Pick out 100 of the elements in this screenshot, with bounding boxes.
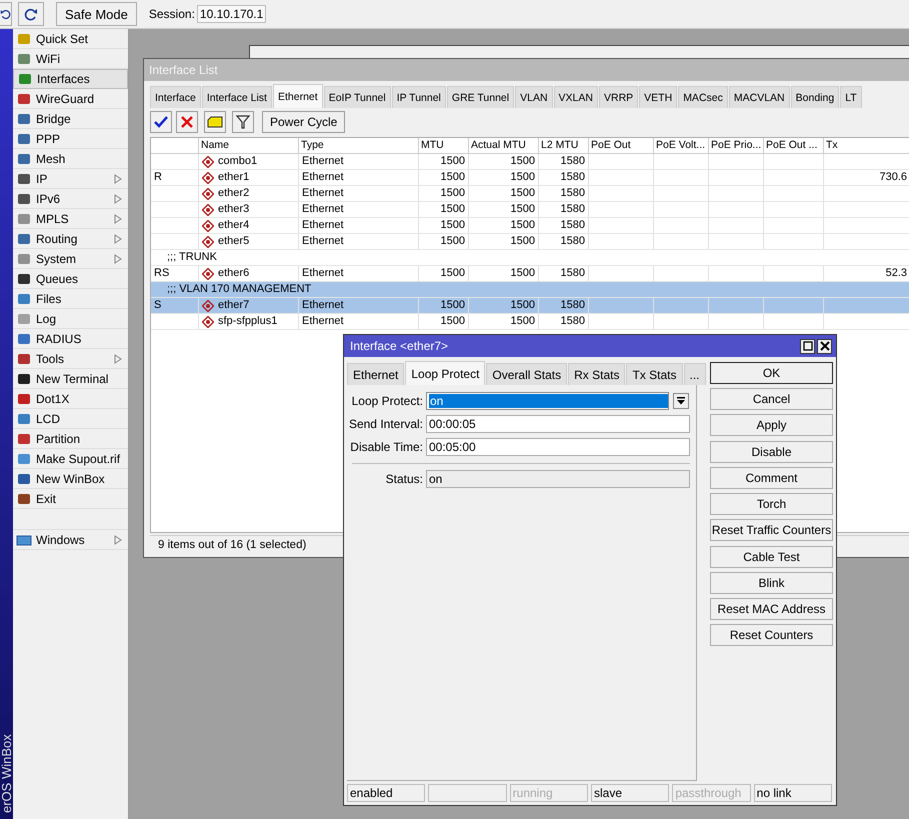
dialog-button[interactable]: Torch — [710, 493, 833, 515]
menu-item[interactable]: LCD — [13, 409, 128, 429]
comment-button[interactable] — [204, 111, 226, 133]
dialog-button[interactable]: Cancel — [710, 388, 833, 410]
table-cell: 1500 — [440, 218, 465, 233]
tab[interactable]: ... — [684, 363, 706, 385]
tab[interactable]: VXLAN — [554, 86, 598, 108]
tab[interactable]: MACVLAN — [728, 86, 790, 108]
tab[interactable]: Bonding — [790, 86, 840, 108]
menu-item[interactable]: Bridge — [13, 109, 128, 129]
tab[interactable]: Ethernet — [272, 84, 323, 108]
window-title: Interface List — [144, 59, 909, 81]
interface-icon — [202, 204, 214, 216]
column-header[interactable]: PoE Out ... — [764, 138, 824, 153]
table-cell: ether6 — [218, 266, 250, 281]
tab[interactable]: Overall Stats — [486, 363, 568, 385]
comment-row[interactable]: ;;; TRUNK — [151, 250, 909, 266]
dialog-button[interactable]: Blink — [710, 572, 833, 594]
menu-item[interactable]: Quick Set — [13, 29, 128, 49]
menu-item[interactable]: Interfaces — [13, 69, 128, 89]
table-cell: R — [154, 170, 162, 185]
dropdown-button[interactable] — [673, 392, 689, 408]
column-header[interactable]: MTU — [419, 138, 469, 153]
dialog-button[interactable]: Reset MAC Address — [710, 598, 833, 620]
tab[interactable]: Interface — [150, 86, 201, 108]
close-button[interactable] — [817, 338, 832, 354]
menu-item[interactable]: Queues — [13, 269, 128, 289]
field-label: Disable Time: — [349, 440, 424, 454]
submenu-arrow-icon — [114, 535, 122, 545]
tab[interactable]: Ethernet — [347, 363, 404, 385]
column-header[interactable]: Actual MTU — [469, 138, 539, 153]
menu-item[interactable]: IPv6 — [13, 189, 128, 209]
menu-item[interactable]: Partition — [13, 429, 128, 449]
undo-button[interactable] — [0, 2, 12, 26]
maximize-button[interactable] — [800, 338, 815, 354]
menu-item[interactable]: Mesh — [13, 149, 128, 169]
tab[interactable]: LT — [840, 86, 862, 108]
column-header[interactable]: Name — [199, 138, 299, 153]
menu-item[interactable]: System — [13, 249, 128, 269]
menu-item[interactable]: IP — [13, 169, 128, 189]
menu-item[interactable]: WireGuard — [13, 89, 128, 109]
tab[interactable]: EoIP Tunnel — [324, 86, 391, 108]
tab[interactable]: MACsec — [678, 86, 728, 108]
menu-item[interactable]: Exit — [13, 489, 128, 509]
dropdown-field[interactable]: on — [426, 392, 669, 410]
tab[interactable]: GRE Tunnel — [446, 86, 514, 108]
menu-item[interactable]: New WinBox — [13, 469, 128, 489]
tab[interactable]: IP Tunnel — [392, 86, 446, 108]
column-header[interactable]: Type — [299, 138, 419, 153]
menu-item[interactable]: RADIUS — [13, 329, 128, 349]
dialog-button[interactable]: Cable Test — [710, 546, 833, 568]
table-cell: 1500 — [510, 202, 535, 217]
tab[interactable]: Loop Protect — [405, 361, 486, 385]
menu-item[interactable]: Dot1X — [13, 389, 128, 409]
menu-item[interactable]: MPLS — [13, 209, 128, 229]
menu-item[interactable]: PPP — [13, 129, 128, 149]
note-icon — [207, 116, 223, 128]
tab[interactable]: VLAN — [515, 86, 553, 108]
menu-item[interactable]: Files — [13, 289, 128, 309]
column-header[interactable]: PoE Prio... — [709, 138, 764, 153]
tab[interactable]: Tx Stats — [626, 363, 682, 385]
enable-button[interactable] — [150, 111, 172, 133]
menu-item[interactable]: Make Supout.rif — [13, 449, 128, 469]
dialog-button[interactable]: Apply — [710, 414, 833, 436]
table-cell: 730.6 — [879, 170, 907, 185]
redo-button[interactable] — [18, 2, 44, 26]
menu-item[interactable]: Routing — [13, 229, 128, 249]
tab[interactable]: Rx Stats — [568, 363, 626, 385]
session-field[interactable]: 10.10.170.1 — [196, 5, 266, 23]
interface-icon — [202, 156, 214, 168]
filter-button[interactable] — [232, 111, 254, 133]
dialog-button[interactable]: OK — [710, 362, 833, 384]
input-field[interactable]: 00:00:05 — [426, 414, 690, 432]
dialog-button[interactable]: Disable — [710, 441, 833, 463]
input-field[interactable]: 00:05:00 — [426, 438, 690, 456]
menu-item[interactable]: Log — [13, 309, 128, 329]
tab[interactable]: VETH — [639, 86, 678, 108]
menu-item[interactable]: New Terminal — [13, 369, 128, 389]
dialog-button[interactable]: Reset Traffic Counters — [710, 519, 833, 541]
field-label: Loop Protect: — [350, 394, 424, 408]
column-header[interactable]: L2 MTU — [539, 138, 589, 153]
table-cell: ether7 — [218, 298, 250, 313]
safe-mode-button[interactable]: Safe Mode — [56, 2, 137, 26]
power-cycle-button[interactable]: Power Cycle — [262, 111, 346, 133]
field-label: Send Interval: — [348, 416, 424, 430]
column-header[interactable]: PoE Volt... — [654, 138, 709, 153]
table-cell: 1580 — [560, 298, 585, 313]
column-header[interactable]: PoE Out — [589, 138, 654, 153]
comment-row[interactable]: ;;; VLAN 170 MANAGEMENT — [151, 282, 909, 298]
table-cell: 1580 — [560, 266, 585, 281]
tab[interactable]: Interface List — [202, 86, 272, 108]
dialog-button[interactable]: Reset Counters — [710, 624, 833, 646]
tab[interactable]: VRRP — [598, 86, 638, 108]
menu-item[interactable]: Windows — [13, 530, 128, 550]
disable-button[interactable] — [176, 111, 198, 133]
table-cell: sfp-sfpplus1 — [218, 314, 278, 329]
dialog-button[interactable]: Comment — [710, 467, 833, 489]
filter-icon — [236, 115, 250, 129]
menu-item[interactable]: Tools — [13, 349, 128, 369]
column-header[interactable]: Tx — [824, 138, 909, 153]
